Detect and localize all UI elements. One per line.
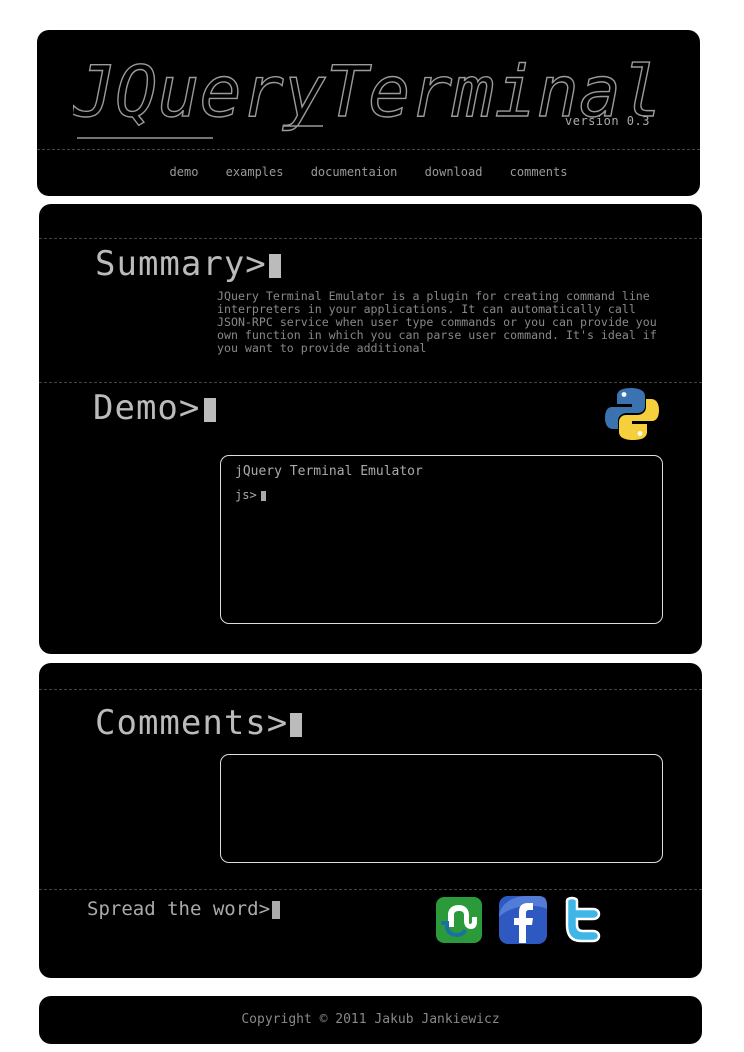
facebook-icon[interactable] bbox=[497, 895, 549, 945]
summary-heading: Summary> bbox=[95, 244, 281, 284]
demo-heading: Demo> bbox=[93, 388, 217, 428]
divider bbox=[39, 889, 702, 890]
cursor-block bbox=[204, 397, 217, 422]
demo-terminal[interactable]: jQuery Terminal Emulator js> bbox=[220, 455, 663, 624]
spread-the-word: Spread the word> bbox=[87, 898, 281, 920]
terminal-prompt[interactable]: js> bbox=[235, 488, 266, 502]
comments-heading: Comments> bbox=[95, 703, 303, 743]
copyright-text: Copyright © 2011 Jakub Jankiewicz bbox=[241, 1012, 500, 1027]
comments-panel: Comments> Spread the word> bbox=[39, 663, 702, 978]
nav-documentation[interactable]: documentaion bbox=[311, 165, 398, 179]
demo-heading-text: Demo> bbox=[93, 388, 201, 428]
divider bbox=[39, 689, 702, 690]
comment-box[interactable] bbox=[220, 754, 663, 863]
divider bbox=[39, 382, 702, 383]
twitter-icon[interactable] bbox=[561, 895, 607, 945]
spread-the-word-text: Spread the word> bbox=[87, 898, 271, 920]
content-panel: Summary> JQuery Terminal Emulator is a p… bbox=[39, 204, 702, 654]
nav-download[interactable]: download bbox=[425, 165, 483, 179]
terminal-greeting: jQuery Terminal Emulator bbox=[235, 464, 423, 479]
cursor-block bbox=[272, 900, 281, 919]
cursor-block bbox=[268, 253, 281, 278]
nav-examples[interactable]: examples bbox=[226, 165, 284, 179]
version-label: version 0.3 bbox=[565, 114, 650, 128]
comments-heading-text: Comments> bbox=[95, 703, 289, 743]
terminal-cursor bbox=[260, 490, 266, 501]
nav-comments[interactable]: comments bbox=[510, 165, 568, 179]
divider bbox=[39, 238, 702, 239]
header-panel: JQueryTerminal version 0.3 demo examples… bbox=[37, 30, 700, 196]
header-divider bbox=[37, 149, 700, 150]
footer-panel: Copyright © 2011 Jakub Jankiewicz bbox=[39, 996, 702, 1044]
jquery-terminal-logo[interactable]: JQueryTerminal bbox=[73, 56, 665, 144]
nav-demo[interactable]: demo bbox=[170, 165, 199, 179]
summary-heading-text: Summary> bbox=[95, 244, 267, 284]
terminal-prompt-text: js> bbox=[235, 488, 257, 502]
main-nav: demo examples documentaion download comm… bbox=[37, 165, 700, 179]
stumbleupon-icon[interactable] bbox=[435, 895, 483, 945]
summary-text: JQuery Terminal Emulator is a plugin for… bbox=[217, 289, 657, 355]
cursor-block bbox=[290, 712, 303, 737]
python-logo-icon[interactable] bbox=[605, 386, 659, 442]
